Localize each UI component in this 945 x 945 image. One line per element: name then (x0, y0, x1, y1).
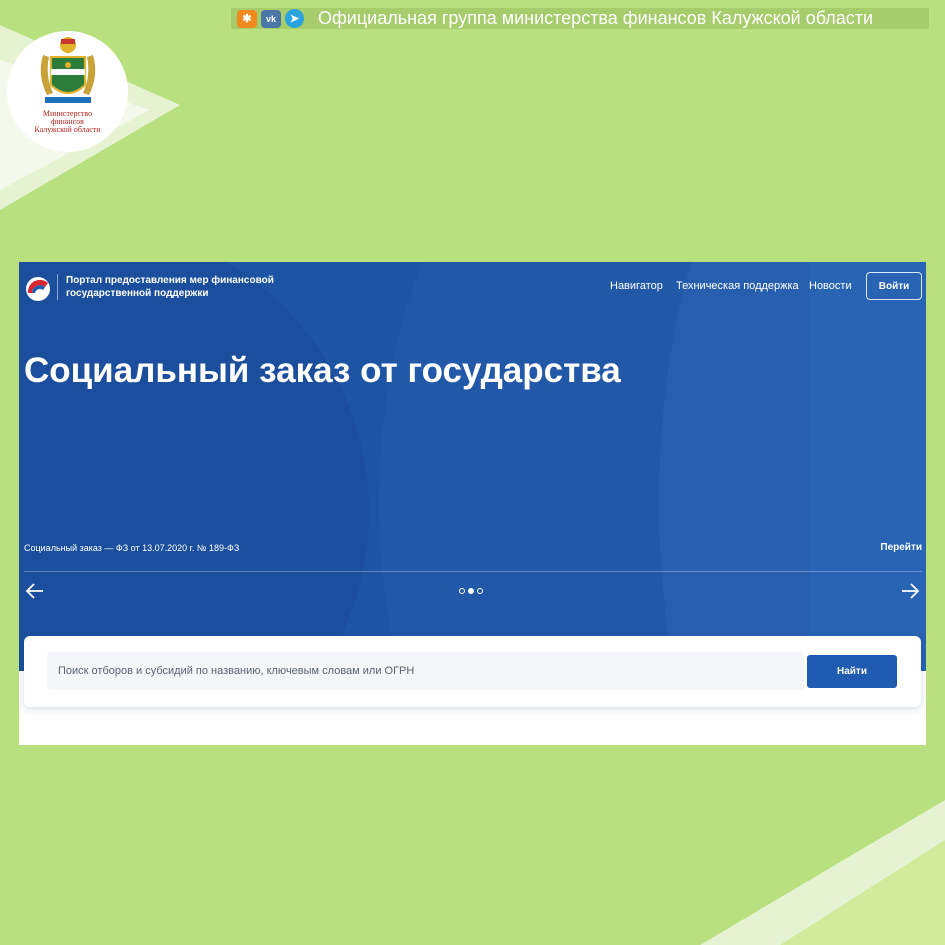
odnoklassniki-icon[interactable]: ✱ (237, 9, 257, 28)
go-link[interactable]: Перейти (880, 542, 922, 553)
hero-divider (24, 571, 922, 572)
slide-indicator (459, 588, 483, 594)
hero-decoration (19, 262, 926, 671)
arrow-right-icon[interactable] (900, 582, 920, 600)
nav-tech-support[interactable]: Техническая поддержка (676, 280, 799, 292)
hero-subtitle: Социальный заказ — ФЗ от 13.07.2020 г. №… (24, 543, 240, 553)
telegram-icon[interactable]: ➤ (285, 9, 304, 28)
slide-dot[interactable] (459, 588, 465, 594)
portal-screenshot: Портал предоставления мер финансовой гос… (19, 262, 926, 745)
nav-news[interactable]: Новости (809, 280, 852, 292)
slide-dot[interactable] (477, 588, 483, 594)
nav-navigator[interactable]: Навигатор (610, 280, 663, 292)
login-button[interactable]: Войти (866, 272, 922, 300)
coat-of-arms-icon (40, 37, 95, 103)
hero-banner: Портал предоставления мер финансовой гос… (19, 262, 926, 671)
vk-icon[interactable]: vk (261, 9, 281, 28)
arrow-left-icon[interactable] (25, 582, 45, 600)
portal-logo-icon[interactable] (23, 274, 53, 302)
search-input[interactable] (47, 652, 804, 690)
portal-title[interactable]: Портал предоставления мер финансовой гос… (66, 274, 306, 300)
logo-divider (57, 274, 58, 300)
group-banner: ✱ vk ➤ Официальная группа министерства ф… (231, 8, 929, 29)
hero-title: Социальный заказ от государства (24, 351, 621, 390)
search-card: Найти (24, 636, 921, 707)
slide-dot-active[interactable] (468, 588, 474, 594)
logo-caption: Министерство финансов Калужской области (34, 110, 100, 134)
ministry-logo: Министерство финансов Калужской области (7, 31, 128, 152)
search-button[interactable]: Найти (807, 655, 897, 688)
banner-title: Официальная группа министерства финансов… (318, 8, 874, 28)
logo-caption-line: Калужской области (34, 125, 101, 134)
